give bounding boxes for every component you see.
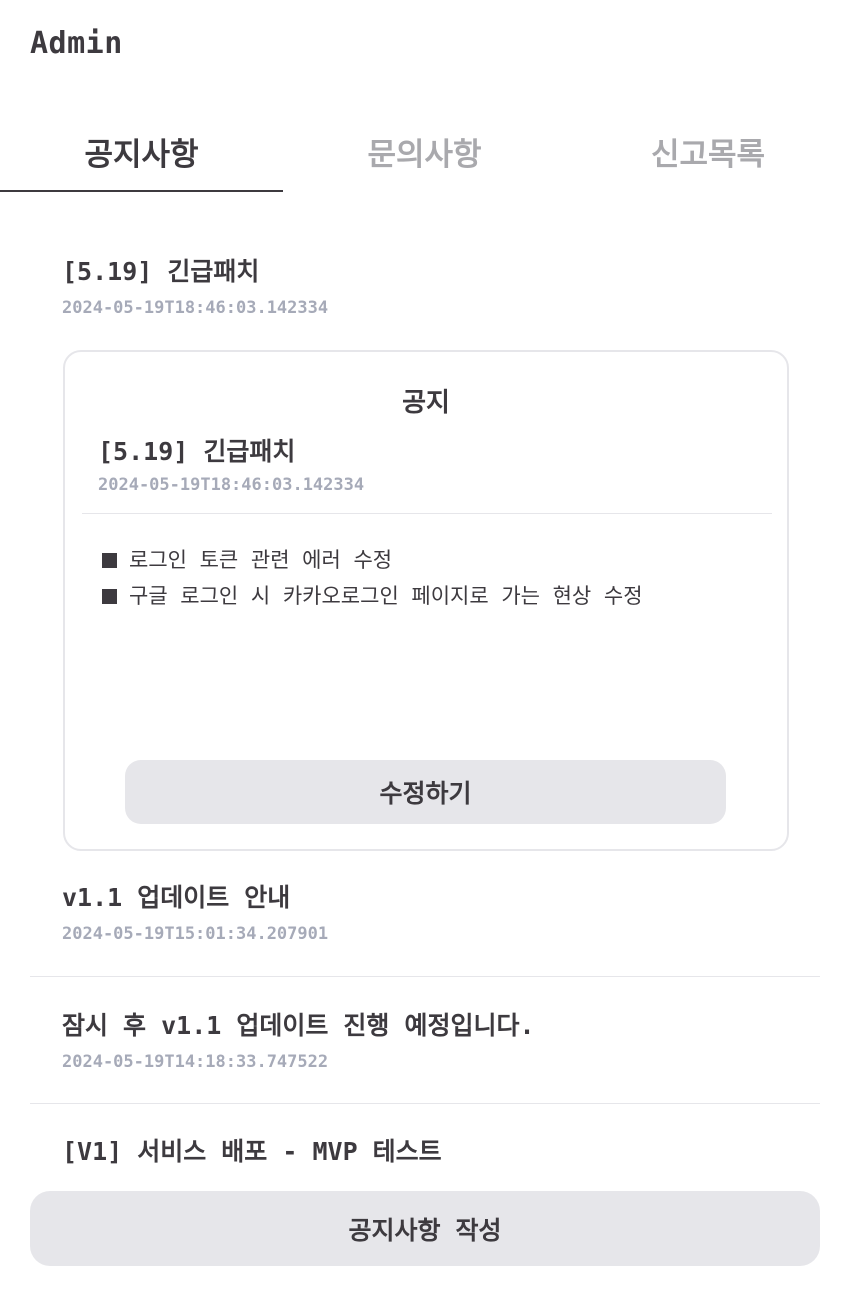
detail-line-text: 로그인 토큰 관련 에러 수정 [129,548,393,572]
app-title: Admin [30,26,123,61]
tab-inquiries[interactable]: 문의사항 [283,112,566,190]
square-bullet-icon [102,553,117,568]
notice-title: 잠시 후 v1.1 업데이트 진행 예정입니다. [62,1011,535,1040]
detail-line: 로그인 토큰 관련 에러 수정 [102,542,767,578]
notice-title: v1.1 업데이트 안내 [62,883,291,912]
notice-item[interactable]: v1.1 업데이트 안내 2024-05-19T15:01:34.207901 [62,878,788,944]
tab-bar: 공지사항 문의사항 신고목록 [0,112,850,192]
detail-date: 2024-05-19T18:46:03.142334 [98,475,365,495]
notice-date: 2024-05-19T14:18:33.747522 [62,1052,329,1072]
notice-title: [V1] 서비스 배포 - MVP 테스트 [62,1137,442,1166]
tab-notices[interactable]: 공지사항 [0,112,283,192]
edit-button[interactable]: 수정하기 [125,760,726,824]
notice-item[interactable]: [V1] 서비스 배포 - MVP 테스트 [62,1132,788,1168]
detail-body: 로그인 토큰 관련 에러 수정 구글 로그인 시 카카오로그인 페이지로 가는 … [102,542,767,614]
detail-line: 구글 로그인 시 카카오로그인 페이지로 가는 현상 수정 [102,578,767,614]
detail-title: [5.19] 긴급패치 [98,437,296,466]
detail-divider [82,513,772,514]
notice-item[interactable]: 잠시 후 v1.1 업데이트 진행 예정입니다. 2024-05-19T14:1… [62,1006,788,1072]
notice-detail-card: 공지 [5.19] 긴급패치 2024-05-19T18:46:03.14233… [63,350,789,851]
notice-title: [5.19] 긴급패치 [62,257,260,286]
list-divider [30,976,820,977]
tab-reports[interactable]: 신고목록 [566,112,850,190]
list-divider [30,1103,820,1104]
notice-item[interactable]: [5.19] 긴급패치 2024-05-19T18:46:03.142334 [62,252,788,318]
detail-heading: 공지 [402,388,450,418]
detail-line-text: 구글 로그인 시 카카오로그인 페이지로 가는 현상 수정 [129,584,643,608]
notice-date: 2024-05-19T18:46:03.142334 [62,298,329,318]
square-bullet-icon [102,589,117,604]
notice-date: 2024-05-19T15:01:34.207901 [62,924,329,944]
write-notice-button[interactable]: 공지사항 작성 [30,1191,820,1266]
